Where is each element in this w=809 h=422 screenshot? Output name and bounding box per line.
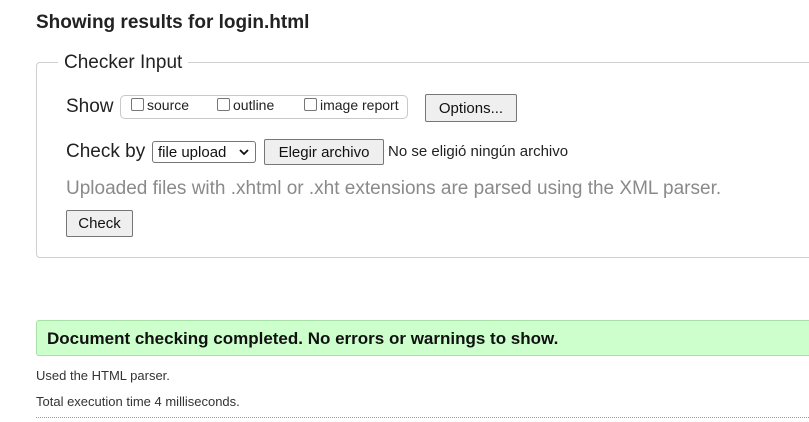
image-report-checkbox[interactable] <box>304 97 317 111</box>
check-button[interactable]: Check <box>66 210 133 237</box>
choose-file-button[interactable]: Elegir archivo <box>264 139 384 165</box>
page-title: Showing results for login.html <box>36 12 310 33</box>
parser-info: Used the HTML parser. <box>36 368 170 383</box>
outline-label: outline <box>233 97 275 113</box>
show-label: Show <box>66 96 114 117</box>
show-source-option[interactable]: source <box>131 97 189 113</box>
xml-parser-hint: Uploaded files with .xhtml or .xht exten… <box>66 178 722 199</box>
image-report-label: image report <box>320 97 399 113</box>
source-checkbox[interactable] <box>131 97 144 111</box>
divider <box>36 417 809 418</box>
success-message: Document checking completed. No errors o… <box>47 329 559 348</box>
no-file-chosen-text: No se eligió ningún archivo <box>388 143 569 160</box>
source-label: source <box>147 97 190 113</box>
check-by-selected-value: file upload <box>158 143 227 161</box>
check-by-select[interactable]: file upload <box>152 141 256 163</box>
show-outline-option[interactable]: outline <box>217 97 274 113</box>
check-by-label: Check by <box>66 141 146 162</box>
outline-checkbox[interactable] <box>217 97 230 111</box>
success-message-bar: Document checking completed. No errors o… <box>36 320 809 356</box>
chevron-down-icon <box>239 149 249 156</box>
show-image-report-option[interactable]: image report <box>304 97 399 113</box>
execution-time: Total execution time 4 milliseconds. <box>36 394 240 409</box>
options-button[interactable]: Options... <box>425 94 517 122</box>
show-options-group: source outline image report <box>120 95 408 119</box>
checker-input-legend: Checker Input <box>58 52 189 74</box>
